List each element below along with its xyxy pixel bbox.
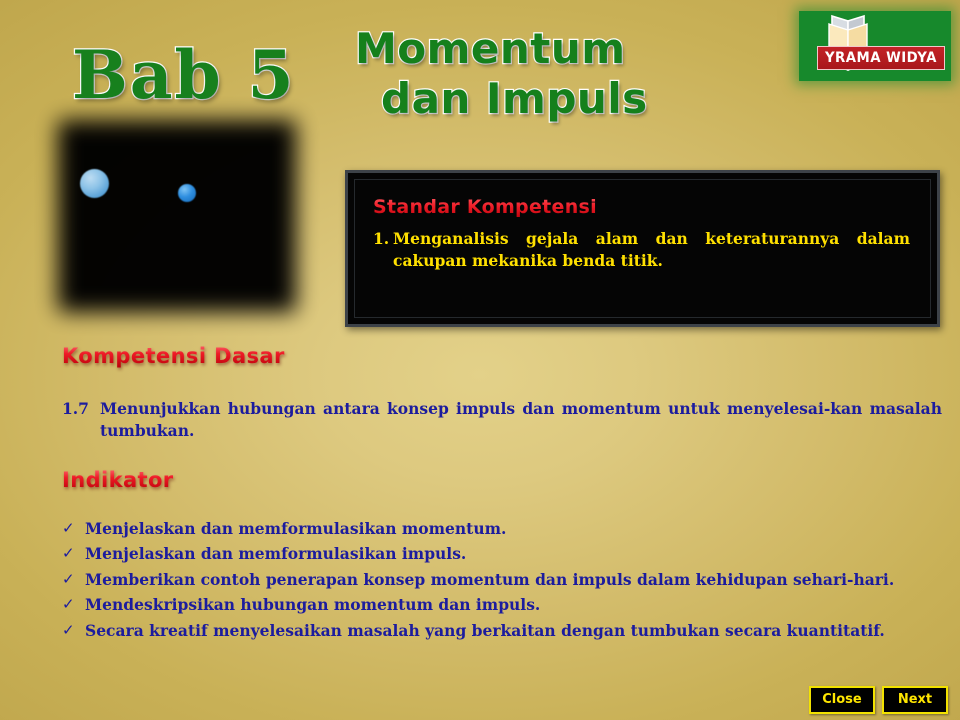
- logo-banner: YRAMA WIDYA: [817, 46, 945, 70]
- list-item: ✓ Secara kreatif menyelesaikan masalah y…: [62, 620, 942, 642]
- list-item-text: Menjelaskan dan memformulasikan momentum…: [85, 519, 507, 538]
- standar-kompetensi-inner: Standar Kompetensi 1. Menganalisis gejal…: [354, 179, 931, 318]
- standar-kompetensi-list: 1. Menganalisis gejala alam dan keteratu…: [373, 228, 910, 272]
- checkmark-icon: ✓: [62, 595, 75, 614]
- checkmark-icon: ✓: [62, 544, 75, 563]
- checkmark-icon: ✓: [62, 620, 75, 639]
- list-item: ✓ Memberikan contoh penerapan konsep mom…: [62, 569, 942, 591]
- close-button[interactable]: Close: [809, 686, 875, 714]
- list-item-text: Secara kreatif menyelesaikan masalah yan…: [85, 620, 885, 640]
- list-item: 1.7 Menunjukkan hubungan antara konsep i…: [62, 398, 942, 443]
- standar-kompetensi-heading: Standar Kompetensi: [373, 196, 910, 218]
- list-item-text: Memberikan contoh penerapan konsep momen…: [85, 569, 895, 589]
- sphere-small-icon: [178, 184, 196, 202]
- list-item-text: Mendeskripsikan hubungan momentum dan im…: [85, 595, 541, 615]
- list-item: 1. Menganalisis gejala alam dan keteratu…: [373, 228, 910, 272]
- kompetensi-dasar-list: 1.7 Menunjukkan hubungan antara konsep i…: [62, 398, 942, 443]
- collision-illustration: [58, 120, 296, 312]
- list-item-text: Menjelaskan dan memformulasikan impuls.: [85, 544, 467, 564]
- list-item-number: 1.7: [62, 399, 89, 418]
- publisher-logo: YRAMA WIDYA: [799, 11, 951, 81]
- indikator-heading: Indikator: [62, 468, 174, 492]
- kompetensi-dasar-heading: Kompetensi Dasar: [62, 344, 285, 368]
- checkmark-icon: ✓: [62, 569, 75, 588]
- list-item-text: Menunjukkan hubungan antara konsep impul…: [100, 399, 942, 441]
- page-title: Momentum dan Impuls: [354, 23, 649, 124]
- list-item-text: Menganalisis gejala alam dan keteraturan…: [393, 229, 910, 270]
- list-item-number: 1.: [373, 229, 390, 248]
- page-title-line-1: Momentum: [354, 23, 626, 74]
- page-title-line-2: dan Impuls: [380, 72, 649, 123]
- list-item: ✓ Menjelaskan dan memformulasikan moment…: [62, 518, 942, 540]
- logo-text: YRAMA WIDYA: [825, 50, 937, 66]
- sphere-large-icon: [80, 169, 109, 198]
- list-item: ✓ Menjelaskan dan memformulasikan impuls…: [62, 543, 942, 565]
- chapter-title: Bab 5: [71, 35, 296, 116]
- indikator-list: ✓ Menjelaskan dan memformulasikan moment…: [62, 518, 942, 645]
- list-item: ✓ Mendeskripsikan hubungan momentum dan …: [62, 594, 942, 616]
- next-button[interactable]: Next: [882, 686, 948, 714]
- standar-kompetensi-panel: Standar Kompetensi 1. Menganalisis gejal…: [345, 170, 940, 327]
- presentation-slide: Bab 5 Momentum dan Impuls YRAMA WIDYA St…: [0, 0, 960, 720]
- checkmark-icon: ✓: [62, 519, 75, 537]
- navigation-buttons: Close Next: [809, 686, 948, 714]
